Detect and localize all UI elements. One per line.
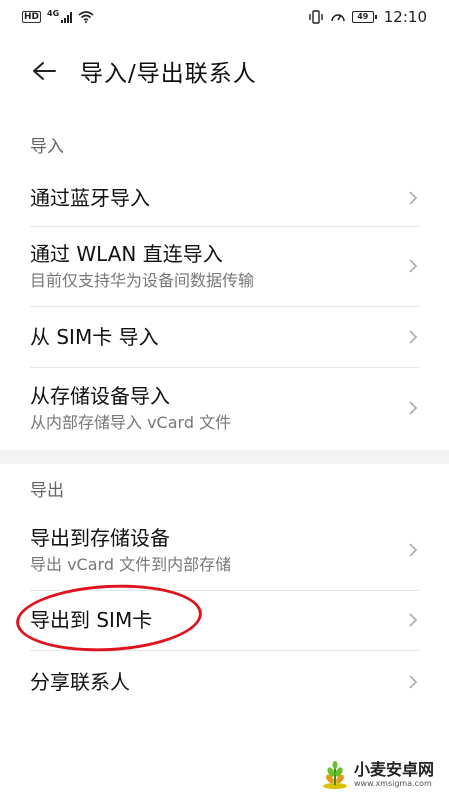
app-header: 导入/导出联系人	[0, 48, 449, 94]
status-bar: HD 4G 49 12:10	[0, 0, 449, 34]
chevron-right-icon	[409, 191, 418, 205]
section-separator	[0, 450, 449, 464]
network-type: 4G	[47, 8, 60, 18]
item-subtitle: 导出 vCard 文件到内部存储	[30, 555, 232, 574]
battery-icon: 49	[351, 11, 377, 23]
item-subtitle: 从内部存储导入 vCard 文件	[30, 413, 232, 432]
chevron-right-icon	[409, 330, 418, 344]
vibrate-icon	[309, 10, 323, 24]
item-title: 通过蓝牙导入	[30, 186, 150, 210]
item-subtitle: 目前仅支持华为设备间数据传输	[30, 271, 255, 290]
chevron-right-icon	[409, 401, 418, 415]
hd-badge: HD	[22, 11, 42, 23]
item-title: 分享联系人	[30, 670, 130, 694]
section-label-export: 导出	[30, 481, 64, 501]
watermark: 小麦安卓网 www.xmsigma.com	[320, 760, 434, 790]
page-title: 导入/导出联系人	[80, 61, 257, 87]
item-title: 从 SIM卡 导入	[30, 325, 159, 349]
signal-icon	[61, 11, 73, 23]
watermark-name: 小麦安卓网	[354, 760, 435, 779]
list-item-import-sim[interactable]: 从 SIM卡 导入	[0, 307, 449, 367]
section-label-import: 导入	[30, 137, 64, 157]
list-item-share-contacts[interactable]: 分享联系人	[0, 651, 449, 713]
back-button[interactable]	[30, 57, 58, 85]
speed-gauge-icon	[331, 14, 345, 22]
list-item-import-storage[interactable]: 从存储设备导入 从内部存储导入 vCard 文件	[0, 368, 449, 448]
chevron-right-icon	[409, 675, 418, 689]
clock: 12:10	[383, 8, 427, 26]
arrow-left-icon	[33, 62, 56, 80]
wheat-logo-icon	[323, 761, 347, 789]
item-title: 通过 WLAN 直连导入	[30, 242, 223, 266]
wifi-icon	[78, 11, 94, 23]
list-item-import-wlan[interactable]: 通过 WLAN 直连导入 目前仅支持华为设备间数据传输	[0, 227, 449, 305]
list-item-import-bluetooth[interactable]: 通过蓝牙导入	[0, 170, 449, 226]
status-left: HD 4G	[22, 8, 94, 23]
item-title: 从存储设备导入	[30, 384, 170, 408]
status-right: 49 12:10	[308, 8, 427, 26]
chevron-right-icon	[409, 543, 418, 557]
item-title: 导出到存储设备	[30, 526, 170, 550]
chevron-right-icon	[409, 259, 418, 273]
list-item-export-storage[interactable]: 导出到存储设备 导出 vCard 文件到内部存储	[0, 510, 449, 590]
watermark-url: www.xmsigma.com	[354, 779, 432, 788]
chevron-right-icon	[409, 613, 418, 627]
